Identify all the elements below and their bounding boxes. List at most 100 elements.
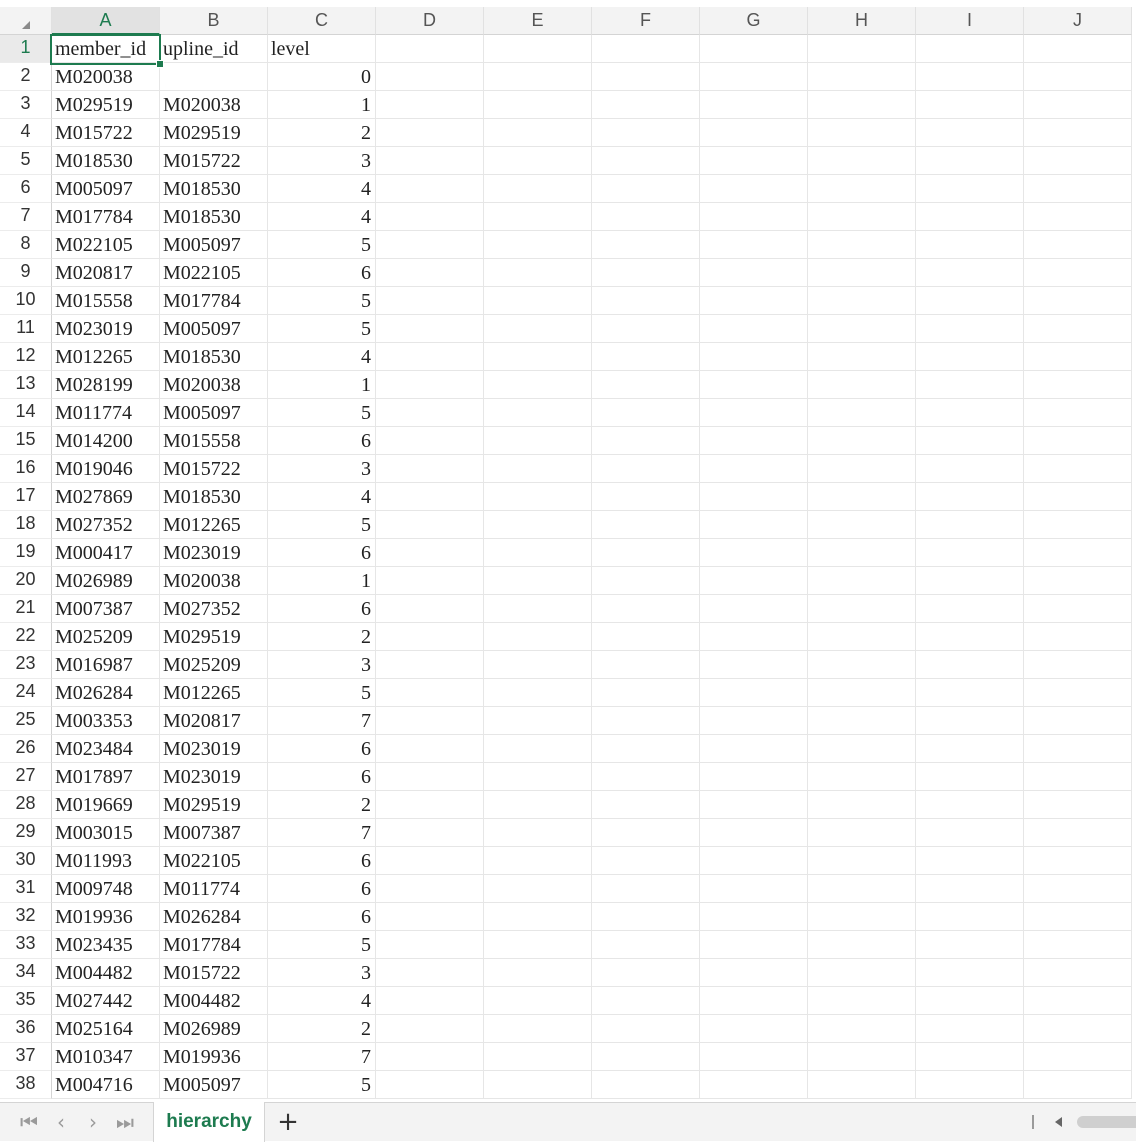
cell[interactable]: M015722 bbox=[160, 455, 268, 483]
cell[interactable] bbox=[700, 791, 808, 819]
cell[interactable]: M012265 bbox=[160, 679, 268, 707]
row-header[interactable]: 21 bbox=[0, 595, 52, 623]
cell[interactable] bbox=[1024, 343, 1132, 371]
cell[interactable]: 3 bbox=[268, 651, 376, 679]
cell[interactable] bbox=[376, 175, 484, 203]
cell[interactable] bbox=[916, 1071, 1024, 1099]
cell[interactable]: 4 bbox=[268, 175, 376, 203]
cell[interactable] bbox=[592, 987, 700, 1015]
cell[interactable] bbox=[1024, 203, 1132, 231]
cell[interactable] bbox=[376, 63, 484, 91]
cell[interactable]: M025164 bbox=[52, 1015, 160, 1043]
cell[interactable]: M023019 bbox=[52, 315, 160, 343]
cell[interactable]: M012265 bbox=[160, 511, 268, 539]
cell[interactable] bbox=[592, 259, 700, 287]
cell[interactable] bbox=[808, 1015, 916, 1043]
cell[interactable] bbox=[484, 567, 592, 595]
cell[interactable] bbox=[700, 763, 808, 791]
cell[interactable] bbox=[916, 1043, 1024, 1071]
cell[interactable] bbox=[916, 987, 1024, 1015]
cell[interactable] bbox=[484, 147, 592, 175]
cell[interactable]: M022105 bbox=[160, 259, 268, 287]
cell[interactable]: M015558 bbox=[160, 427, 268, 455]
cell[interactable] bbox=[1024, 623, 1132, 651]
row-header[interactable]: 20 bbox=[0, 567, 52, 595]
cell[interactable] bbox=[1024, 847, 1132, 875]
cell[interactable] bbox=[592, 483, 700, 511]
cell[interactable]: M019046 bbox=[52, 455, 160, 483]
add-sheet-button[interactable]: + bbox=[274, 1107, 302, 1137]
row-header[interactable]: 36 bbox=[0, 1015, 52, 1043]
cell[interactable]: M029519 bbox=[160, 119, 268, 147]
cell[interactable] bbox=[484, 287, 592, 315]
column-header-c[interactable]: C bbox=[268, 7, 376, 35]
cell[interactable] bbox=[1024, 791, 1132, 819]
cell[interactable]: M020038 bbox=[160, 91, 268, 119]
cell[interactable] bbox=[592, 427, 700, 455]
cell[interactable] bbox=[916, 91, 1024, 119]
cell[interactable] bbox=[376, 987, 484, 1015]
cell[interactable] bbox=[700, 875, 808, 903]
cell[interactable]: M004716 bbox=[52, 1071, 160, 1099]
cell[interactable] bbox=[376, 35, 484, 63]
cell[interactable]: M027442 bbox=[52, 987, 160, 1015]
row-header[interactable]: 22 bbox=[0, 623, 52, 651]
cell[interactable]: 6 bbox=[268, 735, 376, 763]
cell[interactable] bbox=[484, 1043, 592, 1071]
cell[interactable] bbox=[700, 371, 808, 399]
cell[interactable] bbox=[592, 63, 700, 91]
cell[interactable]: M007387 bbox=[160, 819, 268, 847]
cell[interactable] bbox=[916, 959, 1024, 987]
cell[interactable] bbox=[376, 119, 484, 147]
row-header[interactable]: 17 bbox=[0, 483, 52, 511]
cell[interactable] bbox=[1024, 875, 1132, 903]
cell[interactable] bbox=[592, 763, 700, 791]
cell[interactable]: M018530 bbox=[160, 343, 268, 371]
cell[interactable] bbox=[592, 903, 700, 931]
first-sheet-button[interactable]: ⏮ bbox=[16, 1109, 42, 1135]
cell[interactable]: M005097 bbox=[160, 315, 268, 343]
cell[interactable]: M005097 bbox=[160, 399, 268, 427]
row-header[interactable]: 37 bbox=[0, 1043, 52, 1071]
cell[interactable] bbox=[916, 511, 1024, 539]
cell[interactable] bbox=[916, 35, 1024, 63]
cell[interactable] bbox=[592, 1015, 700, 1043]
cell[interactable] bbox=[808, 931, 916, 959]
cell[interactable] bbox=[592, 651, 700, 679]
cell[interactable]: M025209 bbox=[160, 651, 268, 679]
cell[interactable] bbox=[916, 623, 1024, 651]
cell[interactable] bbox=[1024, 427, 1132, 455]
cell[interactable] bbox=[700, 427, 808, 455]
cell[interactable] bbox=[808, 875, 916, 903]
cell[interactable] bbox=[376, 539, 484, 567]
cell[interactable] bbox=[916, 651, 1024, 679]
row-header[interactable]: 38 bbox=[0, 1071, 52, 1099]
cell[interactable] bbox=[484, 175, 592, 203]
cell[interactable] bbox=[700, 343, 808, 371]
cell[interactable] bbox=[592, 595, 700, 623]
row-header[interactable]: 19 bbox=[0, 539, 52, 567]
cell[interactable]: M019936 bbox=[52, 903, 160, 931]
cell[interactable]: 4 bbox=[268, 203, 376, 231]
cell[interactable] bbox=[916, 455, 1024, 483]
cell[interactable] bbox=[592, 1043, 700, 1071]
cell[interactable] bbox=[376, 259, 484, 287]
cell[interactable] bbox=[1024, 595, 1132, 623]
cell[interactable] bbox=[700, 511, 808, 539]
cell[interactable] bbox=[484, 651, 592, 679]
cell[interactable] bbox=[484, 483, 592, 511]
cell[interactable] bbox=[592, 819, 700, 847]
cell[interactable] bbox=[376, 343, 484, 371]
cell[interactable] bbox=[916, 483, 1024, 511]
cell[interactable] bbox=[376, 707, 484, 735]
cell[interactable]: 5 bbox=[268, 1071, 376, 1099]
cell[interactable] bbox=[700, 1043, 808, 1071]
cell[interactable]: M018530 bbox=[160, 203, 268, 231]
row-header[interactable]: 27 bbox=[0, 763, 52, 791]
cell[interactable] bbox=[808, 427, 916, 455]
cell[interactable]: M012265 bbox=[52, 343, 160, 371]
cell[interactable] bbox=[808, 903, 916, 931]
cell[interactable]: 5 bbox=[268, 931, 376, 959]
column-header-e[interactable]: E bbox=[484, 7, 592, 35]
cell[interactable]: M023484 bbox=[52, 735, 160, 763]
